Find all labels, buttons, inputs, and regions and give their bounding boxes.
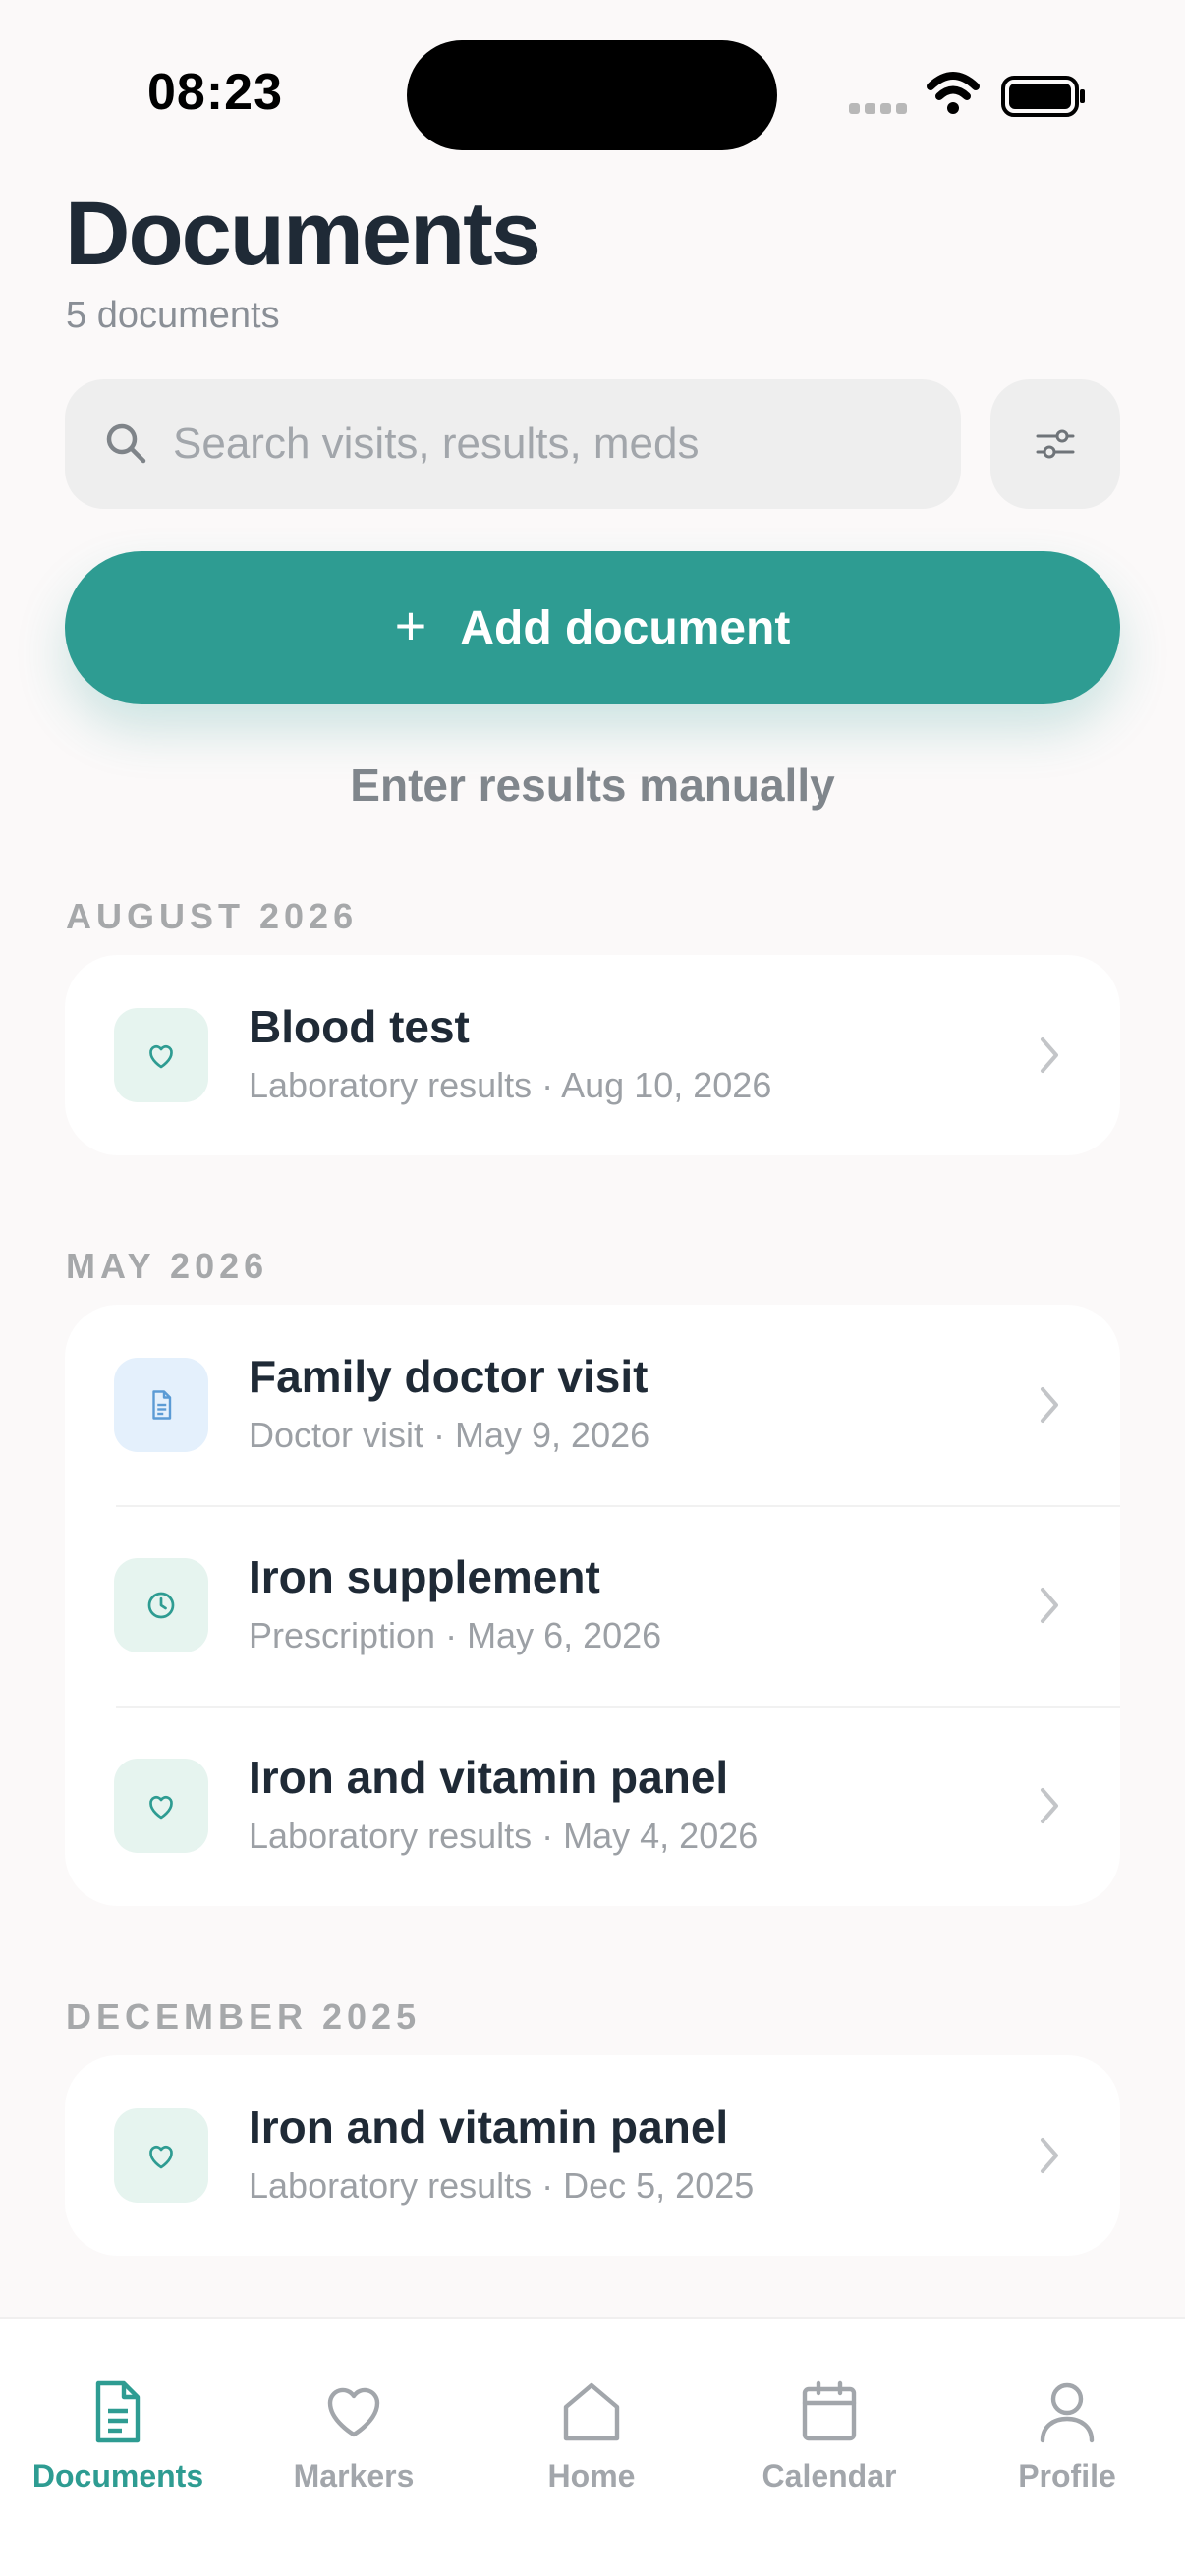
document-card: Iron and vitamin panel Laboratory result… xyxy=(65,2055,1120,2256)
section-label-december-2025: DECEMBER 2025 xyxy=(66,1996,422,2037)
battery-icon xyxy=(1001,76,1085,117)
visit-badge xyxy=(114,1358,208,1452)
document-title: Iron and vitamin panel xyxy=(249,2101,729,2153)
enter-results-manually-link[interactable]: Enter results manually xyxy=(0,758,1185,812)
tab-home[interactable]: Home xyxy=(474,2380,709,2494)
chevron-right-icon xyxy=(1041,1037,1058,1073)
page-title: Documents xyxy=(65,184,541,284)
filter-button[interactable] xyxy=(990,379,1120,509)
lab-badge xyxy=(114,2108,208,2203)
tab-markers[interactable]: Markers xyxy=(236,2380,472,2494)
section-label-august-2026: AUGUST 2026 xyxy=(66,896,359,936)
document-card: Blood test Laboratory results · Aug 10, … xyxy=(65,955,1120,1155)
document-row[interactable]: Iron and vitamin panel Laboratory result… xyxy=(65,1706,1120,1906)
document-meta: Doctor visit · May 9, 2026 xyxy=(249,1415,650,1455)
chevron-right-icon xyxy=(1041,1788,1058,1823)
search-bar[interactable] xyxy=(65,379,961,509)
search-input[interactable] xyxy=(173,420,920,469)
document-row[interactable]: Iron supplement Prescription · May 6, 20… xyxy=(65,1505,1120,1706)
tab-label: Documents xyxy=(31,2458,204,2493)
document-meta: Laboratory results · May 4, 2026 xyxy=(249,1816,759,1856)
add-document-button[interactable]: + Add document xyxy=(65,551,1120,704)
tab-label: Calendar xyxy=(762,2458,897,2493)
document-card: Family doctor visit Doctor visit · May 9… xyxy=(65,1305,1120,1906)
sliders-icon xyxy=(1036,429,1075,459)
document-row[interactable]: Blood test Laboratory results · Aug 10, … xyxy=(65,955,1120,1155)
document-row[interactable]: Family doctor visit Doctor visit · May 9… xyxy=(65,1305,1120,1505)
status-indicators xyxy=(849,72,1085,117)
home-icon xyxy=(563,2382,620,2441)
tab-documents[interactable]: Documents xyxy=(0,2380,236,2494)
documents-screen: 08:23 Documents 5 documents Search visit… xyxy=(0,0,1185,2576)
document-icon xyxy=(152,1390,172,1420)
prescription-badge xyxy=(114,1558,208,1652)
tab-profile[interactable]: Profile xyxy=(949,2380,1185,2494)
clock-icon xyxy=(147,1592,175,1619)
document-title: Iron and vitamin panel xyxy=(249,1752,729,1803)
lab-badge xyxy=(114,1008,208,1102)
section-label-may-2026: MAY 2026 xyxy=(66,1246,269,1286)
wifi-icon xyxy=(927,72,980,114)
tab-calendar[interactable]: Calendar xyxy=(711,2380,947,2494)
heart-icon xyxy=(327,2387,380,2437)
document-meta: Laboratory results · Dec 5, 2025 xyxy=(249,2165,755,2206)
chevron-right-icon xyxy=(1041,2138,1058,2173)
chevron-right-icon xyxy=(1041,1387,1058,1423)
heart-icon xyxy=(149,1044,173,1069)
plus-icon: + xyxy=(394,593,427,656)
tab-label: Markers xyxy=(293,2458,415,2493)
heart-icon xyxy=(149,1795,173,1820)
lab-badge xyxy=(114,1759,208,1853)
add-document-label: Add document xyxy=(460,601,791,654)
document-meta: Prescription · May 6, 2026 xyxy=(249,1615,662,1655)
document-meta: Laboratory results · Aug 10, 2026 xyxy=(249,1065,772,1105)
chevron-right-icon xyxy=(1041,1588,1058,1623)
tab-label: Home xyxy=(547,2458,636,2493)
document-title: Family doctor visit xyxy=(249,1351,649,1402)
person-icon xyxy=(1040,2382,1095,2443)
document-icon xyxy=(95,2380,141,2443)
heart-icon xyxy=(149,2145,173,2169)
calendar-icon xyxy=(802,2380,857,2441)
signal-icon xyxy=(849,103,907,114)
document-title: Blood test xyxy=(249,1001,470,1052)
search-icon xyxy=(106,423,146,464)
document-title: Iron supplement xyxy=(249,1551,600,1602)
document-count: 5 documents xyxy=(66,295,280,336)
tab-bar: Documents Markers Home Calendar Profile xyxy=(0,2317,1185,2576)
tab-label: Profile xyxy=(1018,2458,1116,2493)
document-row[interactable]: Iron and vitamin panel Laboratory result… xyxy=(65,2055,1120,2256)
